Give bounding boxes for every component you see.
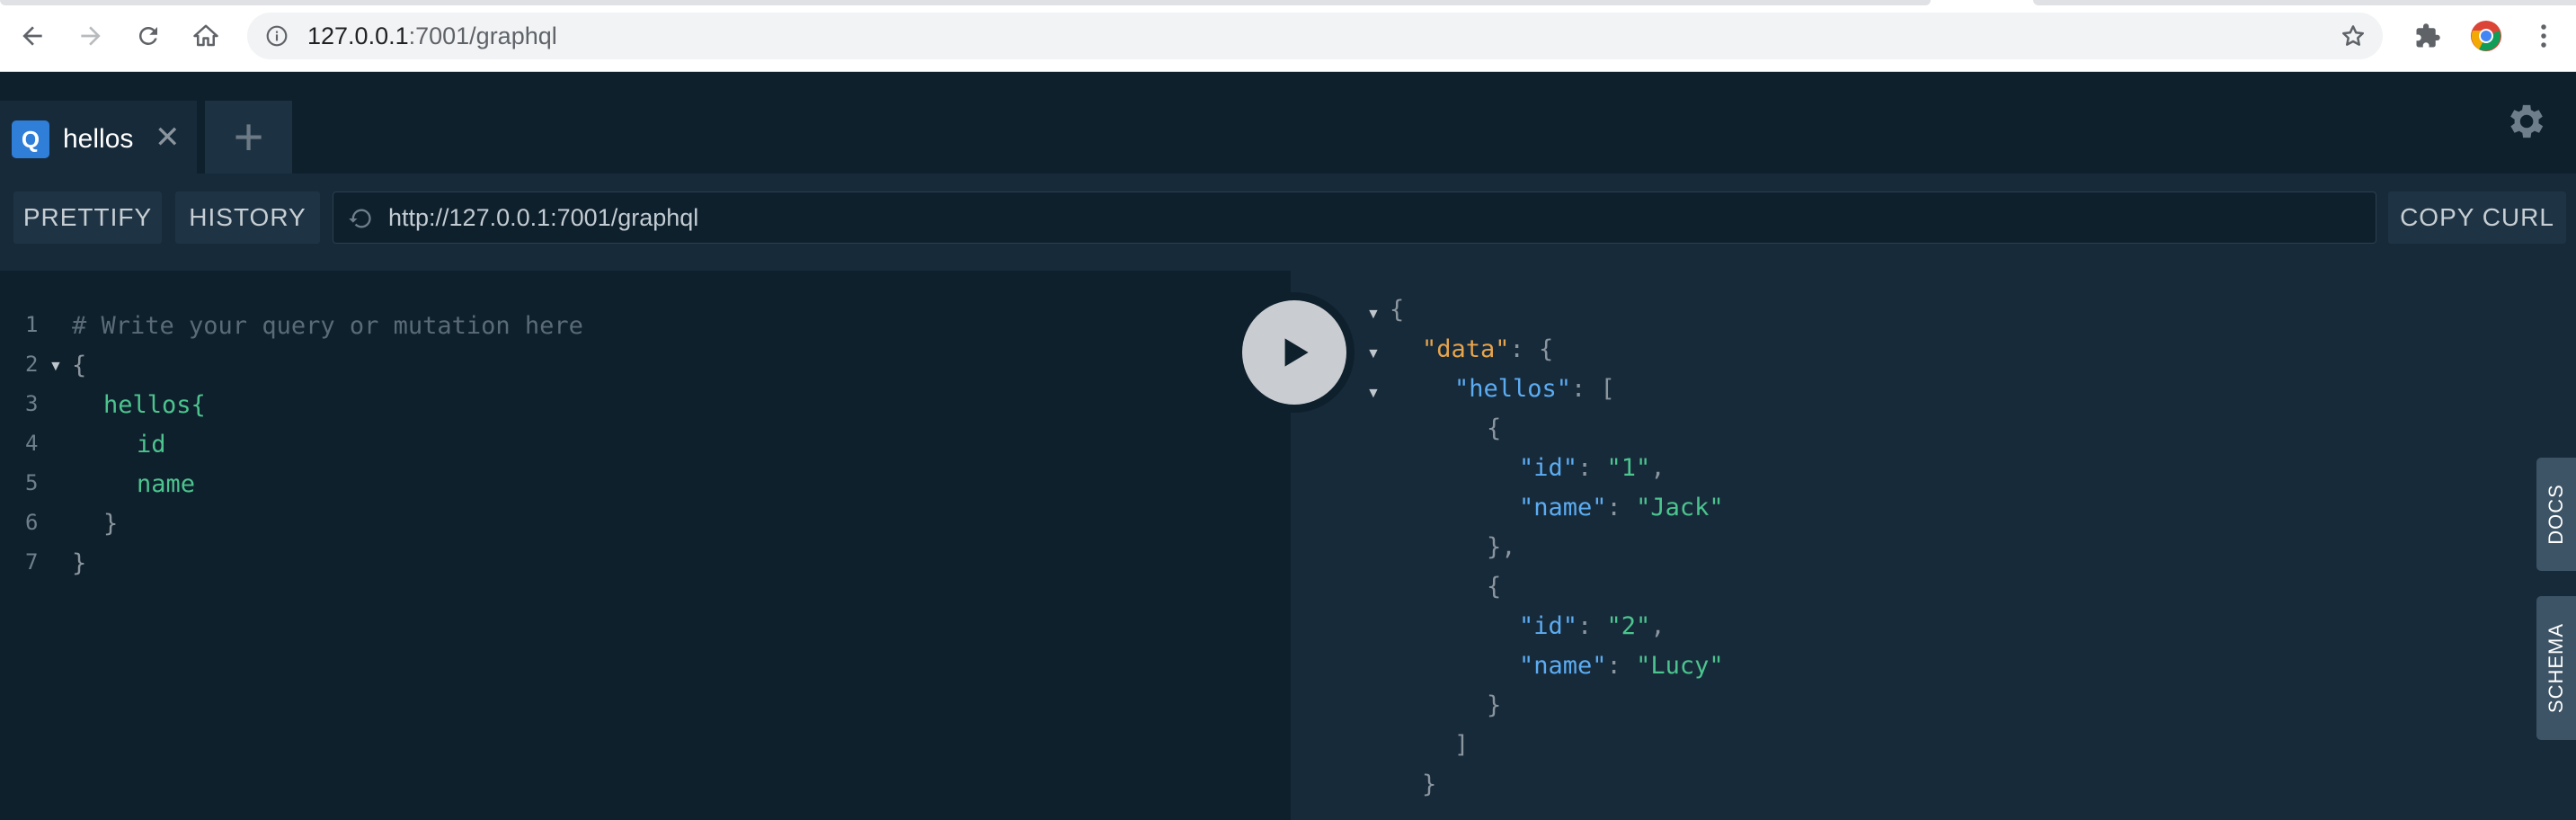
result-viewer: ▼ ▼ ▼ { "data": { "hellos": [ { "id": "1…: [1291, 271, 2576, 820]
fold-arrow-icon[interactable]: ▼: [1366, 346, 1381, 362]
close-icon[interactable]: ✕: [155, 122, 181, 153]
prettify-button[interactable]: PRETTIFY: [13, 192, 162, 244]
json-key: "name": [1519, 652, 1607, 680]
play-icon: [1242, 300, 1346, 405]
json-line-data: "data": {: [1422, 335, 1554, 363]
json-brace: }: [1487, 691, 1502, 719]
address-bar[interactable]: 127.0.0.1:7001/graphql: [247, 13, 2383, 59]
browser-tab-strip-right: [2033, 0, 2576, 5]
copy-curl-button[interactable]: COPY CURL: [2388, 192, 2566, 244]
playground-tab-bar: Q hellos ✕ +: [0, 72, 2576, 174]
address-url: 127.0.0.1:7001/graphql: [307, 22, 557, 50]
json-bracket: ]: [1454, 731, 1470, 759]
line-number: 2: [25, 352, 39, 377]
line-number: 7: [25, 549, 39, 575]
json-line-id: "id": "1",: [1519, 454, 1666, 482]
code-line: {: [72, 352, 87, 379]
schema-tab-label: SCHEMA: [2545, 622, 2567, 714]
schema-tab[interactable]: SCHEMA: [2536, 596, 2576, 740]
chrome-profile-icon[interactable]: [2468, 18, 2504, 54]
url-path: :7001/graphql: [408, 22, 557, 49]
fold-arrow-icon[interactable]: ▼: [1366, 386, 1381, 402]
history-button[interactable]: HISTORY: [175, 192, 320, 244]
endpoint-input[interactable]: http://127.0.0.1:7001/graphql: [333, 192, 2376, 244]
playground-toolbar: PRETTIFY HISTORY http://127.0.0.1:7001/g…: [0, 174, 2576, 271]
tab-hellos[interactable]: Q hellos ✕: [0, 101, 197, 174]
docs-tab-label: DOCS: [2545, 484, 2567, 545]
json-brace: }: [1422, 771, 1437, 798]
info-icon[interactable]: [265, 24, 289, 52]
json-key: "name": [1519, 494, 1607, 521]
endpoint-url: http://127.0.0.1:7001/graphql: [388, 204, 699, 231]
home-icon[interactable]: [188, 18, 224, 54]
fold-arrow-icon[interactable]: ▼: [49, 359, 63, 375]
json-key: "hellos": [1454, 375, 1572, 403]
line-number: 4: [25, 431, 39, 456]
url-host: 127.0.0.1: [307, 22, 409, 49]
gear-icon[interactable]: [2502, 99, 2547, 148]
docs-tab[interactable]: DOCS: [2536, 458, 2576, 571]
json-line-id: "id": "2",: [1519, 612, 1666, 640]
forward-arrow-icon[interactable]: [73, 18, 109, 54]
json-line-name: "name": "Lucy": [1519, 652, 1724, 680]
code-line: name: [137, 470, 196, 498]
code-line: }: [72, 549, 87, 577]
add-tab-button[interactable]: +: [205, 101, 292, 174]
run-query-button[interactable]: [1234, 292, 1355, 413]
json-value: "Lucy": [1636, 652, 1724, 680]
tab-label: hellos: [63, 124, 134, 154]
query-editor[interactable]: 1 2 3 4 5 6 7 ▼ # Write your query or mu…: [0, 271, 1291, 820]
fold-arrow-icon[interactable]: ▼: [1366, 307, 1381, 323]
json-line-hellos: "hellos": [: [1454, 375, 1615, 403]
history-icon[interactable]: [348, 206, 373, 236]
json-key: "id": [1519, 454, 1578, 482]
code-line: id: [137, 431, 166, 459]
json-brace: {: [1487, 573, 1502, 601]
query-badge: Q: [12, 120, 49, 158]
json-value: "2": [1606, 612, 1651, 640]
json-value: "Jack": [1636, 494, 1724, 521]
puzzle-icon[interactable]: [2410, 18, 2446, 54]
line-number: 5: [25, 470, 39, 495]
browser-tab-strip-left: [0, 0, 1931, 5]
json-value: "1": [1606, 454, 1651, 482]
browser-tab-strip: [0, 0, 2576, 5]
json-brace: {: [1390, 296, 1405, 324]
json-root-key: "data": [1422, 335, 1510, 363]
reload-icon[interactable]: [130, 18, 166, 54]
line-number: 1: [25, 312, 39, 337]
star-icon[interactable]: [2340, 22, 2367, 54]
json-brace: },: [1487, 533, 1516, 561]
code-line: hellos{: [103, 391, 206, 419]
line-number: 6: [25, 510, 39, 535]
json-key: "id": [1519, 612, 1578, 640]
back-arrow-icon[interactable]: [14, 18, 50, 54]
kebab-menu-icon[interactable]: [2526, 18, 2562, 54]
code-comment: # Write your query or mutation here: [72, 312, 583, 340]
browser-chrome: 127.0.0.1:7001/graphql: [0, 0, 2576, 72]
code-line: }: [103, 510, 119, 538]
json-line-name: "name": "Jack": [1519, 494, 1724, 521]
line-number: 3: [25, 391, 39, 416]
json-brace: {: [1487, 414, 1502, 442]
